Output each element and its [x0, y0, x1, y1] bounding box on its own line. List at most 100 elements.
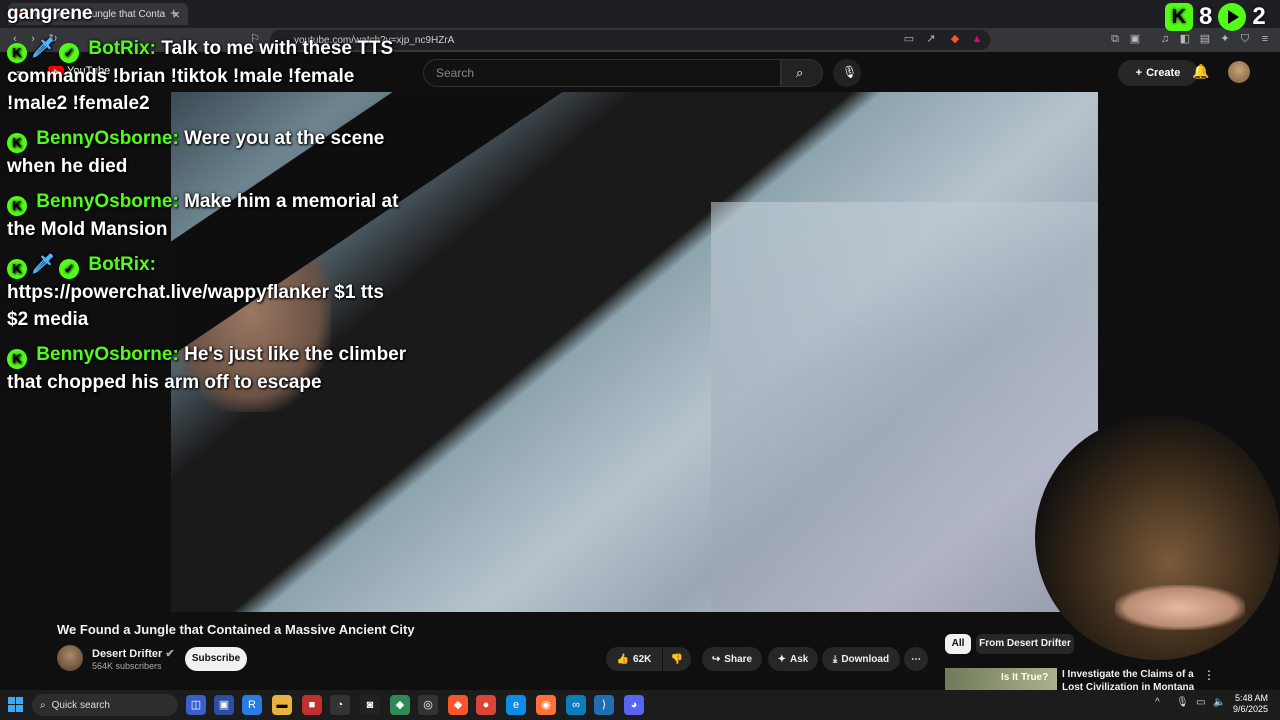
taskbar-app-icon[interactable]: ◙ — [360, 695, 380, 715]
kick-badge-icon: K — [7, 349, 27, 369]
channel-name[interactable]: Desert Drifter ✔ — [92, 647, 175, 660]
chat-message: K BennyOsborne: Were you at the scene wh… — [7, 125, 407, 180]
brave-rewards-icon[interactable]: ▲ — [970, 32, 984, 46]
kick-badge-icon: K — [7, 196, 27, 216]
kick-badge-icon: K — [7, 259, 27, 279]
channel-avatar[interactable] — [57, 645, 83, 671]
stream-chat-overlay: gangrene K 🗡 ✓ BotRix: Talk to me with the… — [7, 0, 407, 404]
chat-message: K BennyOsborne: He's just like the climb… — [7, 341, 407, 396]
taskbar-app-icon[interactable]: ■ — [302, 695, 322, 715]
file-explorer-icon[interactable]: ▬ — [272, 695, 292, 715]
firefox-taskbar-icon[interactable]: ◉ — [536, 695, 556, 715]
taskbar-app-icon[interactable]: R — [242, 695, 262, 715]
thumbnail-text: Is It True? — [1001, 672, 1049, 683]
channel-name-text: Desert Drifter — [92, 648, 163, 660]
subscribe-button[interactable]: Subscribe — [185, 647, 247, 671]
verified-badge-icon: ✓ — [59, 43, 80, 63]
sidebar-icon[interactable]: ◧ — [1178, 32, 1192, 46]
download-button[interactable]: ⤓ Download — [822, 647, 900, 671]
subscriber-count: 564K subscribers — [92, 661, 162, 671]
chat-username: BennyOsborne: — [36, 128, 179, 149]
mic-tray-icon[interactable]: 🎙 — [1176, 697, 1189, 708]
taskbar-app-icon[interactable]: ◎ — [418, 695, 438, 715]
taskbar-app-icon[interactable]: ◆ — [390, 695, 410, 715]
chat-username: BotRix: — [88, 38, 156, 59]
viewer-count: 8 — [1199, 3, 1213, 30]
volume-icon[interactable]: 🔈 — [1213, 697, 1225, 708]
thumbs-up-icon: 👍 — [616, 653, 630, 665]
taskbar-search-label: Quick search — [51, 699, 110, 711]
notifications-bell-icon[interactable]: 🔔 — [1192, 63, 1209, 80]
download-label: Download — [841, 653, 890, 665]
chip-from-channel[interactable]: From Desert Drifter — [976, 634, 1074, 654]
taskbar-app-icon[interactable]: ◔ — [330, 695, 350, 715]
brave-shield-icon[interactable]: ◆ — [948, 32, 962, 46]
taskbar-app-icon[interactable]: ∞ — [566, 695, 586, 715]
kick-logo-icon: K — [1165, 3, 1193, 31]
vscode-taskbar-icon[interactable]: ⟩ — [594, 695, 614, 715]
leo-icon[interactable]: ✦ — [1218, 32, 1232, 46]
cast-icon[interactable]: ▭ — [902, 32, 916, 46]
verified-icon: ✔ — [165, 648, 175, 660]
chat-message: gangrene — [7, 0, 407, 27]
tabs-icon[interactable]: ▣ — [1128, 32, 1142, 46]
recommended-menu-icon[interactable]: ⋮ — [1203, 668, 1215, 682]
search-icon: ⌕ — [40, 699, 46, 711]
media-icon[interactable]: ♫ — [1158, 32, 1172, 46]
taskbar-app-icon[interactable]: ▣ — [214, 695, 234, 715]
sword-badge-icon: 🗡 — [31, 254, 56, 275]
webcam-overlay — [1035, 415, 1280, 660]
clock-date: 9/6/2025 — [1232, 704, 1268, 714]
thumbs-down-icon: 👎 — [670, 653, 684, 665]
stream-stats: K 8 2 — [1165, 3, 1266, 31]
follower-count: 2 — [1252, 3, 1266, 30]
taskbar-app-icon[interactable]: ◫ — [186, 695, 206, 715]
chat-username: BotRix: — [88, 254, 156, 275]
voice-search-button[interactable]: 🎙 — [833, 59, 861, 87]
chip-all[interactable]: All — [945, 634, 971, 654]
ask-button[interactable]: ✦ Ask — [768, 647, 818, 671]
chat-username: BennyOsborne: — [36, 191, 179, 212]
like-button[interactable]: 👍 62K — [606, 647, 662, 671]
chat-username: BennyOsborne: — [36, 344, 179, 365]
discord-taskbar-icon[interactable]: ◕ — [624, 695, 644, 715]
share-button[interactable]: ↪ Share — [702, 647, 762, 671]
vpn-icon[interactable]: ⛉ — [1238, 32, 1252, 46]
wallet-icon[interactable]: ▤ — [1198, 32, 1212, 46]
user-avatar[interactable] — [1228, 61, 1250, 83]
clock-time: 5:48 AM — [1234, 693, 1268, 703]
search-input[interactable]: Search — [423, 59, 781, 87]
sword-badge-icon: 🗡 — [31, 38, 56, 59]
brave-taskbar-icon[interactable]: ◆ — [448, 695, 468, 715]
more-icon: ⋯ — [911, 653, 921, 665]
verified-badge-icon: ✓ — [59, 259, 80, 279]
edge-taskbar-icon[interactable]: e — [506, 695, 526, 715]
sparkle-icon: ✦ — [777, 653, 787, 665]
search-button[interactable]: ⌕ — [781, 59, 823, 87]
kick-badge-icon: K — [7, 43, 27, 63]
follower-play-icon — [1218, 3, 1247, 31]
video-title: We Found a Jungle that Contained a Massi… — [57, 622, 415, 637]
chat-message: K 🗡 ✓ BotRix: https://powerchat.live/wappy… — [7, 251, 407, 333]
extensions-icon[interactable]: ⧉ — [1108, 32, 1122, 46]
taskbar-search[interactable]: ⌕ Quick search — [32, 694, 178, 716]
dislike-button[interactable]: 👎 — [663, 647, 691, 671]
recommended-thumbnail[interactable]: Is It True? — [945, 668, 1057, 690]
chrome-taskbar-icon[interactable]: ● — [476, 695, 496, 715]
share-label: Share — [724, 653, 753, 665]
network-icon[interactable]: ▭ — [1196, 697, 1205, 708]
tray-overflow-icon[interactable]: ^ — [1155, 697, 1160, 708]
download-icon: ⤓ — [832, 653, 838, 665]
share-page-icon[interactable]: ↗ — [924, 32, 938, 46]
start-button-icon[interactable] — [8, 697, 23, 712]
mic-icon: 🎙 — [842, 65, 858, 79]
plus-icon: + — [1135, 67, 1143, 79]
like-count: 62K — [633, 653, 652, 665]
chat-text: https://powerchat.live/wappyflanker $1 t… — [7, 282, 384, 330]
create-button[interactable]: + Create — [1118, 60, 1198, 86]
more-actions-button[interactable]: ⋯ — [904, 647, 928, 671]
menu-icon[interactable]: ≡ — [1258, 32, 1272, 46]
chat-message: K 🗡 ✓ BotRix: Talk to me with these TTS co… — [7, 35, 407, 117]
system-clock[interactable]: 5:48 AM 9/6/2025 — [1228, 693, 1268, 715]
chat-message: K BennyOsborne: Make him a memorial at t… — [7, 188, 407, 243]
